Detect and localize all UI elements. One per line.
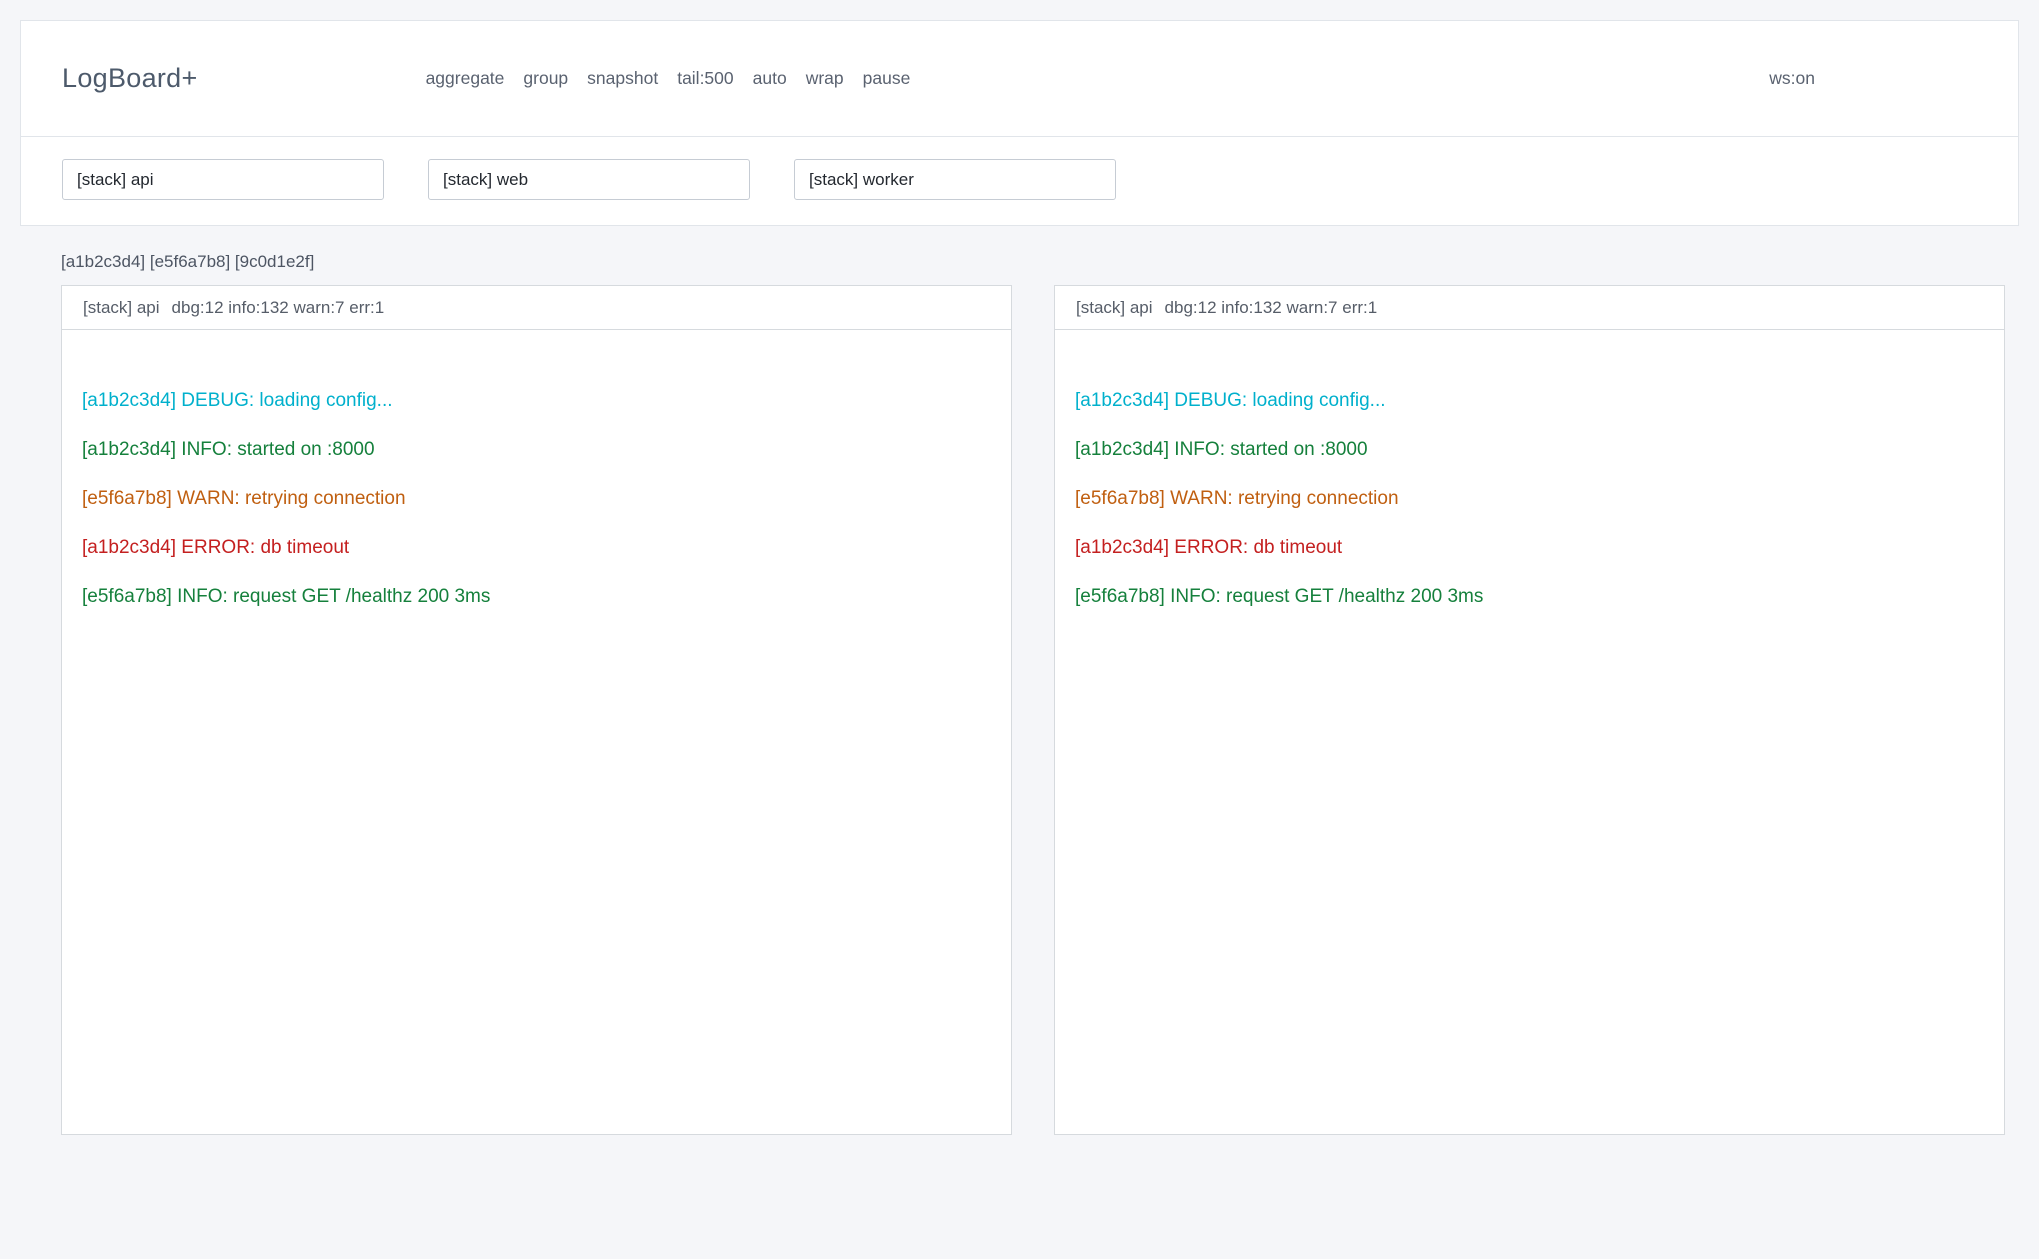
log-scroll-area[interactable]: [a1b2c3d4] DEBUG: loading config... [a1b… xyxy=(62,330,1011,1134)
log-panel-header: [stack] api dbg:12 info:132 warn:7 err:1 xyxy=(62,286,1011,330)
menu-item-group[interactable]: group xyxy=(523,68,568,89)
log-line: [e5f6a7b8] WARN: retrying connection xyxy=(1075,474,1984,523)
log-line: [a1b2c3d4] DEBUG: loading config... xyxy=(82,376,991,425)
toolbar-menu: aggregate group snapshot tail:500 auto w… xyxy=(426,68,911,89)
stack-filter-input-api[interactable] xyxy=(62,159,384,200)
log-panel-left: [stack] api dbg:12 info:132 warn:7 err:1… xyxy=(61,285,1012,1135)
page: LogBoard+ aggregate group snapshot tail:… xyxy=(0,20,2039,1259)
menu-item-aggregate[interactable]: aggregate xyxy=(426,68,505,89)
stack-filter-input-worker[interactable] xyxy=(794,159,1116,200)
log-panel-right: [stack] api dbg:12 info:132 warn:7 err:1… xyxy=(1054,285,2005,1135)
stack-filter-input-web[interactable] xyxy=(428,159,750,200)
top-card: LogBoard+ aggregate group snapshot tail:… xyxy=(20,20,2019,226)
menu-item-snapshot[interactable]: snapshot xyxy=(587,68,658,89)
log-line: [e5f6a7b8] WARN: retrying connection xyxy=(82,474,991,523)
log-line: [a1b2c3d4] ERROR: db timeout xyxy=(1075,523,1984,572)
log-line: [e5f6a7b8] INFO: request GET /healthz 20… xyxy=(82,572,991,621)
panels-row: [stack] api dbg:12 info:132 warn:7 err:1… xyxy=(61,285,2005,1135)
menu-item-wrap[interactable]: wrap xyxy=(806,68,844,89)
app-title: LogBoard+ xyxy=(62,63,198,94)
panel-stats: dbg:12 info:132 warn:7 err:1 xyxy=(172,298,385,318)
menu-item-tail[interactable]: tail:500 xyxy=(677,68,733,89)
log-line: [a1b2c3d4] INFO: started on :8000 xyxy=(1075,425,1984,474)
log-line: [a1b2c3d4] ERROR: db timeout xyxy=(82,523,991,572)
log-scroll-area[interactable]: [a1b2c3d4] DEBUG: loading config... [a1b… xyxy=(1055,330,2004,1134)
panel-stats: dbg:12 info:132 warn:7 err:1 xyxy=(1165,298,1378,318)
log-panel-header: [stack] api dbg:12 info:132 warn:7 err:1 xyxy=(1055,286,2004,330)
menu-item-pause[interactable]: pause xyxy=(863,68,911,89)
log-line: [a1b2c3d4] INFO: started on :8000 xyxy=(82,425,991,474)
trace-ids: [a1b2c3d4] [e5f6a7b8] [9c0d1e2f] xyxy=(61,252,2039,272)
menu-item-auto[interactable]: auto xyxy=(753,68,787,89)
log-line: [e5f6a7b8] INFO: request GET /healthz 20… xyxy=(1075,572,1984,621)
filter-row xyxy=(21,137,2018,225)
ws-status-badge: ws:on xyxy=(1769,68,1815,89)
log-line: [a1b2c3d4] DEBUG: loading config... xyxy=(1075,376,1984,425)
panel-title: [stack] api xyxy=(83,298,160,318)
panel-title: [stack] api xyxy=(1076,298,1153,318)
app-header: LogBoard+ aggregate group snapshot tail:… xyxy=(21,21,2018,137)
